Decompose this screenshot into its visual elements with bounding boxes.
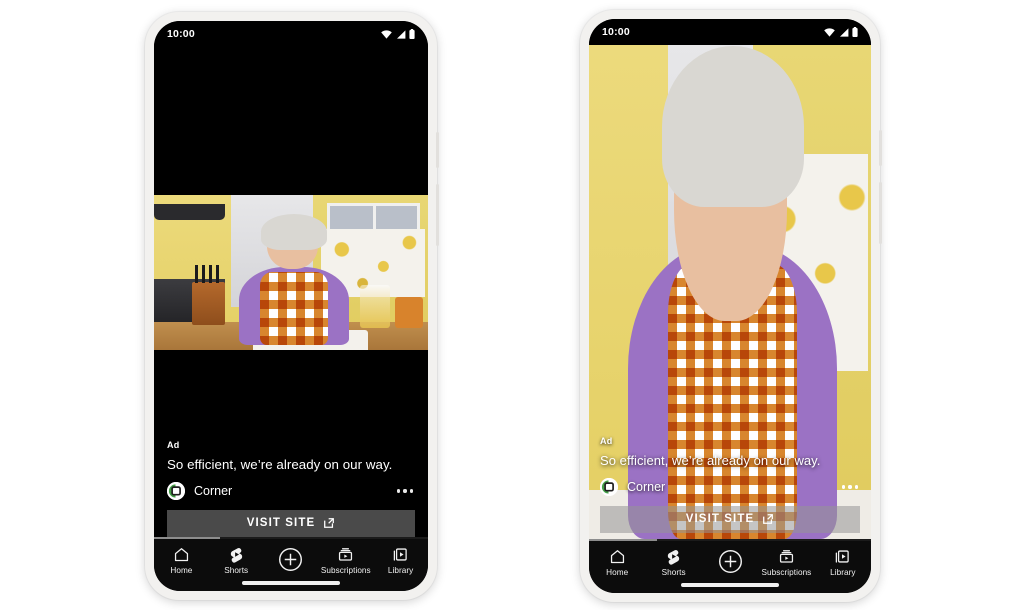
letterbox-top <box>154 47 428 195</box>
wifi-icon <box>824 27 835 37</box>
nav-label-subscriptions: Subscriptions <box>761 568 812 578</box>
more-options-icon[interactable] <box>840 481 860 492</box>
ad-video-thumbnail[interactable] <box>154 195 428 350</box>
more-options-icon[interactable] <box>395 485 415 496</box>
ad-headline: So efficient, we’re already on our way. <box>167 456 393 472</box>
visit-site-button[interactable]: VISIT SITE <box>600 505 860 533</box>
ad-headline: So efficient, we’re already on our way. <box>600 452 821 468</box>
nav-item-library[interactable]: Library <box>373 546 428 575</box>
scene-person-hair <box>260 214 327 251</box>
nav-label-library: Library <box>387 566 414 576</box>
status-time: 10:00 <box>167 28 195 40</box>
nav-label-library: Library <box>830 568 856 578</box>
visit-site-label: VISIT SITE <box>685 513 755 526</box>
bottom-navigation: Home Shorts Subscriptions Library <box>589 541 871 593</box>
volume-button[interactable] <box>879 182 882 244</box>
ad-badge: Ad <box>167 439 180 450</box>
nav-item-library[interactable]: Library <box>815 548 871 577</box>
external-link-icon <box>763 514 774 525</box>
phone-content-left: Ad So efficient, we’re already on our wa… <box>154 47 428 537</box>
ad-advertiser-name: Corner <box>627 479 666 494</box>
power-button[interactable] <box>436 132 439 168</box>
visit-site-button[interactable]: VISIT SITE <box>167 509 415 537</box>
subscriptions-icon <box>779 550 794 564</box>
status-icons <box>381 29 415 39</box>
home-icon <box>610 550 624 564</box>
scene-person-apron <box>259 271 328 346</box>
ad-advertiser-row: Corner <box>167 481 415 500</box>
scene-person <box>238 214 349 346</box>
scene-canister <box>395 297 423 329</box>
nav-label-home: Home <box>170 566 193 576</box>
nav-label-subscriptions: Subscriptions <box>320 566 371 576</box>
phone-content-right: Ad So efficient, we’re already on our wa… <box>589 45 871 539</box>
phone-screen-left: 10:00 Ad So efficient, we’re already on … <box>154 21 428 591</box>
volume-button[interactable] <box>436 184 439 246</box>
scene-person-hair <box>661 45 804 208</box>
phone-screen-right: 10:00 Ad So efficient, we’re already on … <box>589 19 871 593</box>
nav-item-home[interactable]: Home <box>589 548 645 577</box>
nav-item-create[interactable] <box>702 549 758 577</box>
nav-item-subscriptions[interactable]: Subscriptions <box>318 546 373 575</box>
status-icons <box>824 27 858 37</box>
create-plus-icon <box>279 548 303 572</box>
scene-pasta-jar <box>359 284 390 329</box>
nav-item-shorts[interactable]: Shorts <box>209 546 264 575</box>
ad-advertiser[interactable]: Corner <box>167 481 233 500</box>
nav-item-create[interactable] <box>264 547 319 575</box>
ad-advertiser-row: Corner <box>600 477 860 496</box>
ad-info-overlay: Ad So efficient, we’re already on our wa… <box>589 436 871 539</box>
scene-range-hood <box>154 204 226 220</box>
library-icon <box>393 548 407 561</box>
battery-icon <box>852 27 858 37</box>
phone-mockup-right: 10:00 Ad So efficient, we’re already on … <box>580 10 882 602</box>
shorts-icon <box>230 548 242 563</box>
letterbox-bottom <box>154 350 428 440</box>
ad-advertiser-name: Corner <box>194 483 233 498</box>
cellular-signal-icon <box>839 27 848 37</box>
ad-info-block: Ad So efficient, we’re already on our wa… <box>154 439 428 537</box>
home-icon <box>174 548 188 562</box>
nav-item-shorts[interactable]: Shorts <box>645 548 701 577</box>
external-link-icon <box>324 518 335 529</box>
nav-label-shorts: Shorts <box>661 568 686 578</box>
power-button[interactable] <box>879 130 882 166</box>
create-plus-icon <box>718 550 742 574</box>
scene-knife-block <box>192 265 226 326</box>
status-bar: 10:00 <box>154 21 428 47</box>
wifi-icon <box>381 29 392 39</box>
phone-mockup-left: 10:00 Ad So efficient, we’re already on … <box>145 12 439 600</box>
home-indicator[interactable] <box>681 583 779 587</box>
corner-logo-icon <box>167 481 185 500</box>
shorts-icon <box>667 550 680 565</box>
bottom-navigation: Home Shorts Subscriptions Library <box>154 539 428 591</box>
nav-label-shorts: Shorts <box>224 566 249 576</box>
ad-badge: Ad <box>600 435 613 446</box>
nav-item-home[interactable]: Home <box>154 546 209 575</box>
status-time: 10:00 <box>602 26 630 38</box>
battery-icon <box>409 29 415 39</box>
ad-advertiser[interactable]: Corner <box>600 477 666 496</box>
nav-item-subscriptions[interactable]: Subscriptions <box>758 548 814 577</box>
visit-site-label: VISIT SITE <box>246 517 316 530</box>
video-scene-kitchen <box>154 195 428 350</box>
home-indicator[interactable] <box>242 581 340 585</box>
status-bar: 10:00 <box>589 19 871 45</box>
cellular-signal-icon <box>396 29 405 39</box>
corner-logo-icon <box>600 477 618 496</box>
mockup-stage: 10:00 Ad So efficient, we’re already on … <box>0 0 1024 610</box>
subscriptions-icon <box>339 548 353 562</box>
nav-label-home: Home <box>606 568 629 578</box>
library-icon <box>836 550 850 563</box>
